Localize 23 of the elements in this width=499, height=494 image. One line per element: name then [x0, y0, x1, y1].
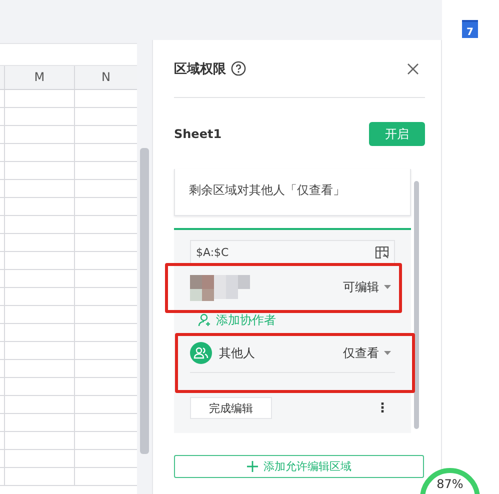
more-menu[interactable]: ⋮	[376, 400, 389, 416]
select-range-icon[interactable]	[375, 246, 389, 258]
gauge-reading: 87%	[436, 477, 464, 493]
panel-title: 区域权限	[174, 60, 226, 78]
sheet-name: Sheet1	[174, 127, 222, 141]
range-field[interactable]: $A:$C	[190, 240, 395, 264]
close-icon[interactable]	[407, 62, 419, 74]
help-icon[interactable]	[231, 61, 246, 76]
range-text: $A:$C	[196, 246, 229, 258]
column-header[interactable]: M	[4, 66, 74, 89]
scrollbar[interactable]	[137, 43, 152, 494]
group-avatar-icon	[190, 342, 212, 364]
rest-area-note: 剩余区域对其他人「仅查看」	[174, 169, 411, 216]
scrollbar[interactable]	[414, 181, 419, 429]
done-editing-button[interactable]: 完成编辑	[190, 397, 272, 419]
caret-icon	[384, 285, 391, 289]
plus-icon	[246, 461, 258, 472]
permission-dropdown[interactable]: 仅查看	[343, 344, 391, 362]
permission-dropdown[interactable]: 可编辑	[343, 278, 391, 296]
member-name: 其他人	[219, 344, 255, 362]
caret-icon	[384, 351, 391, 355]
calendar-icon[interactable]: 7	[462, 20, 478, 38]
add-person-icon	[198, 313, 212, 327]
